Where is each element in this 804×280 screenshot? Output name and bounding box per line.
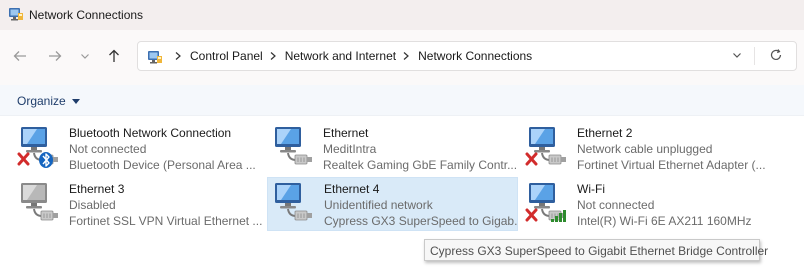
connection-name: Ethernet 3: [69, 182, 125, 196]
device-tooltip: Cypress GX3 SuperSpeed to Gigabit Ethern…: [424, 239, 768, 261]
back-button[interactable]: [8, 44, 32, 68]
network-adapter-icon: [275, 127, 312, 165]
organize-label: Organize: [17, 94, 66, 108]
chevron-down-icon: [81, 54, 89, 59]
connection-device: Cypress GX3 SuperSpeed to Gigab...: [324, 214, 518, 228]
window-title: Network Connections: [29, 8, 144, 22]
connection-name: Ethernet 2: [577, 126, 633, 140]
error-x-icon: [17, 152, 30, 166]
control-panel-icon: [148, 51, 162, 64]
chevron-right-icon[interactable]: [269, 51, 277, 61]
caret-down-icon: [71, 98, 80, 104]
chevron-down-icon[interactable]: [732, 50, 742, 60]
connection-device: Fortinet SSL VPN Virtual Ethernet ...: [69, 214, 263, 228]
connection-ethernet[interactable]: Ethernet MeditIntra Realtek Gaming GbE F…: [270, 121, 520, 172]
refresh-icon[interactable]: [769, 48, 783, 62]
divider: [754, 47, 755, 65]
connection-name: Bluetooth Network Connection: [69, 126, 232, 140]
connection-status: MeditIntra: [323, 142, 377, 156]
arrow-right-icon: [49, 51, 62, 61]
network-adapter-icon: [275, 183, 312, 221]
connection-device: Intel(R) Wi-Fi 6E AX211 160MHz: [577, 214, 752, 228]
error-x-icon: [525, 152, 538, 166]
connection-name: Ethernet: [323, 126, 369, 140]
breadcrumb-network-connections[interactable]: Network Connections: [418, 49, 532, 63]
chevron-right-icon[interactable]: [174, 51, 182, 61]
connection-status: Disabled: [69, 198, 116, 212]
connection-status: Not connected: [69, 142, 147, 156]
connection-ethernet-2[interactable]: Ethernet 2 Network cable unplugged Forti…: [524, 121, 774, 172]
organize-button[interactable]: Organize: [17, 94, 80, 108]
connection-name: Wi-Fi: [577, 182, 605, 196]
breadcrumb-network-and-internet[interactable]: Network and Internet: [285, 49, 396, 63]
network-adapter-icon: [17, 127, 58, 168]
connection-bluetooth-network[interactable]: Bluetooth Network Connection Not connect…: [16, 121, 266, 172]
network-adapter-icon: [525, 183, 566, 222]
error-x-icon: [525, 208, 538, 222]
connection-status: Not connected: [577, 198, 655, 212]
network-adapter-icon: [525, 127, 566, 166]
connection-status: Unidentified network: [324, 198, 433, 212]
navigation-bar: Control Panel Network and Internet Netwo…: [0, 30, 804, 85]
connection-device: Fortinet Virtual Ethernet Adapter (...: [577, 158, 766, 172]
connection-status: Network cable unplugged: [577, 142, 713, 156]
up-button[interactable]: [102, 44, 126, 68]
chevron-right-icon[interactable]: [402, 51, 410, 61]
command-bar: Organize: [0, 85, 804, 116]
network-adapter-icon: [21, 183, 58, 221]
arrow-left-icon: [13, 51, 26, 61]
connection-device: Bluetooth Device (Personal Area ...: [69, 158, 256, 172]
forward-button[interactable]: [43, 44, 67, 68]
connection-name: Ethernet 4: [324, 182, 380, 196]
address-bar[interactable]: Control Panel Network and Internet Netwo…: [137, 41, 797, 71]
arrow-up-icon: [109, 49, 119, 62]
title-bar: Network Connections: [0, 0, 804, 30]
connection-device: Realtek Gaming GbE Family Contr...: [323, 158, 517, 172]
network-connections-icon: [9, 8, 23, 21]
breadcrumb: Control Panel Network and Internet Netwo…: [168, 42, 532, 70]
connection-wifi[interactable]: Wi-Fi Not connected Intel(R) Wi-Fi 6E AX…: [524, 177, 774, 228]
connection-ethernet-3[interactable]: Ethernet 3 Disabled Fortinet SSL VPN Vir…: [16, 177, 266, 228]
recent-locations-button[interactable]: [73, 44, 97, 68]
connection-ethernet-4[interactable]: Ethernet 4 Unidentified network Cypress …: [267, 177, 518, 231]
breadcrumb-control-panel[interactable]: Control Panel: [190, 49, 263, 63]
